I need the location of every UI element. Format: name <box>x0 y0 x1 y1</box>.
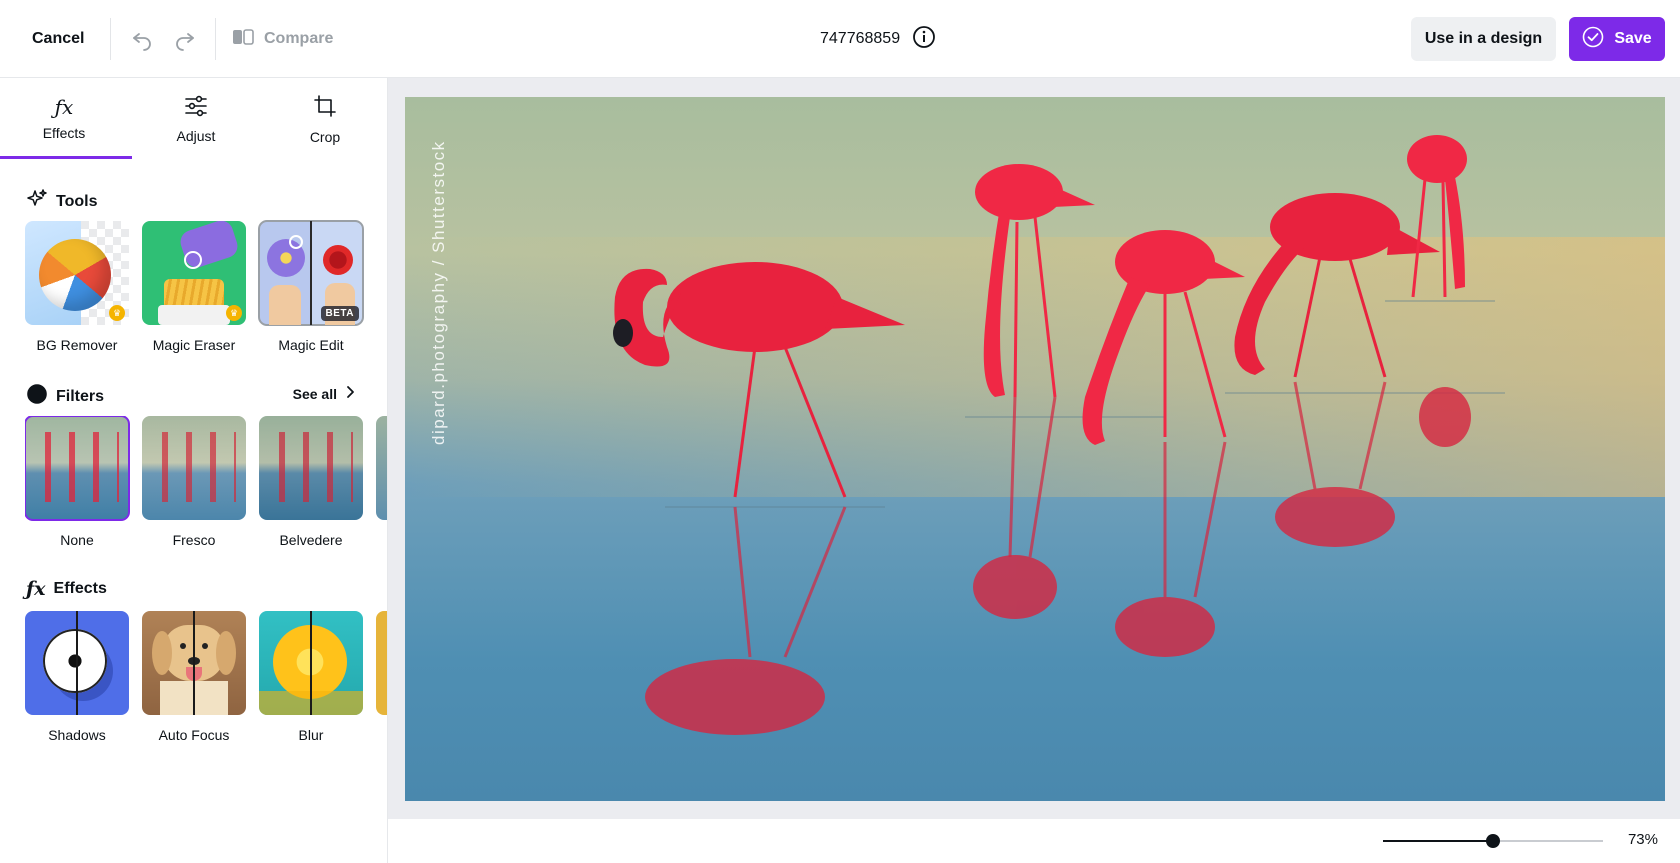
compare-label: Compare <box>264 30 334 47</box>
magic-edit-thumbnail: BETA <box>258 220 364 326</box>
sparkle-icon <box>26 188 48 215</box>
filter-belvedere[interactable]: Belvedere <box>259 416 363 548</box>
blur-thumbnail <box>259 611 363 715</box>
effect-auto-focus[interactable]: Auto Focus <box>142 611 246 743</box>
card-label: Magic Edit <box>278 337 344 353</box>
card-label: Fresco <box>172 532 216 548</box>
effects-row: Shadows Auto Focus Blur <box>25 611 387 751</box>
canvas-area <box>388 78 1680 819</box>
card-label: Blur <box>298 727 324 743</box>
divider <box>215 18 216 60</box>
effect-next-thumbnail <box>376 611 387 715</box>
compare-button[interactable]: Compare <box>232 22 333 56</box>
section-title: Effects <box>53 580 107 597</box>
chevron-right-icon <box>345 385 355 402</box>
zoom-slider[interactable] <box>1383 834 1603 848</box>
crown-icon: ♛ <box>226 305 242 321</box>
effect-shadows[interactable]: Shadows <box>25 611 129 743</box>
zoom-bar: 73% <box>388 819 1680 863</box>
tab-crop[interactable]: Crop <box>265 78 385 160</box>
use-in-design-button[interactable]: Use in a design <box>1411 17 1556 61</box>
redo-icon[interactable] <box>170 24 200 54</box>
tab-label: Crop <box>309 128 341 145</box>
effect-blur[interactable]: Blur <box>259 611 363 743</box>
tools-heading: Tools <box>26 188 97 215</box>
compare-icon <box>232 27 254 52</box>
save-label: Save <box>1614 30 1652 47</box>
image-title: 747768859 <box>820 30 901 47</box>
cancel-button[interactable]: Cancel <box>18 22 98 56</box>
tool-magic-eraser[interactable]: ♛ Magic Eraser <box>142 221 246 353</box>
crop-icon <box>313 94 337 121</box>
zoom-value[interactable]: 73% <box>1628 831 1658 848</box>
card-label: Shadows <box>48 727 106 743</box>
zoom-slider-handle[interactable] <box>1486 834 1500 848</box>
fx-icon: ƒx <box>26 578 46 600</box>
tab-effects[interactable]: ƒx Effects <box>0 78 128 160</box>
check-circle-icon <box>1582 26 1604 53</box>
tab-adjust[interactable]: Adjust <box>136 78 256 160</box>
effects-panel: ƒx Effects Adjust Crop Tools ♛ BG Remove… <box>0 78 388 863</box>
zoom-slider-fill <box>1383 840 1493 842</box>
card-label: BG Remover <box>36 337 118 353</box>
effect-next-partial[interactable] <box>376 611 387 715</box>
section-title: Filters <box>56 387 105 405</box>
filter-next-thumbnail <box>376 416 387 520</box>
panel-tabs: ƒx Effects Adjust Crop <box>0 78 387 160</box>
active-tab-indicator <box>0 156 132 159</box>
tab-label: Adjust <box>176 127 216 144</box>
shadows-thumbnail <box>25 611 129 715</box>
info-icon[interactable] <box>912 25 936 54</box>
auto-focus-thumbnail <box>142 611 246 715</box>
undo-icon[interactable] <box>127 24 157 54</box>
filter-belvedere-thumbnail <box>259 416 363 520</box>
filter-none[interactable]: None <box>25 416 130 548</box>
card-label: Magic Eraser <box>152 337 236 353</box>
tab-label: Effects <box>42 125 86 141</box>
beta-badge: BETA <box>320 306 359 321</box>
filter-next-partial[interactable] <box>376 416 387 520</box>
divider <box>110 18 111 60</box>
save-button[interactable]: Save <box>1569 17 1665 61</box>
effects-heading: ƒx Effects <box>26 578 107 600</box>
crown-icon: ♛ <box>109 305 125 321</box>
section-title: Tools <box>56 192 98 210</box>
title-group: 747768859 <box>820 24 936 54</box>
card-label: Auto Focus <box>158 727 230 743</box>
filters-row: None Fresco Belvedere <box>25 416 387 556</box>
sliders-icon <box>184 95 208 120</box>
card-label: None <box>60 532 94 548</box>
bg-remover-thumbnail: ♛ <box>25 221 129 325</box>
filters-heading: Filters <box>26 383 104 410</box>
card-label: Belvedere <box>279 532 343 548</box>
filter-none-thumbnail <box>25 416 130 521</box>
see-all-filters-link[interactable]: See all <box>293 385 355 402</box>
fx-icon: ƒx <box>54 95 74 119</box>
filter-fresco-thumbnail <box>142 416 246 520</box>
top-bar: Cancel Compare 747768859 Use in a design… <box>0 0 1680 78</box>
magic-eraser-thumbnail: ♛ <box>142 221 246 325</box>
tool-magic-edit[interactable]: BETA Magic Edit <box>258 220 364 353</box>
see-all-label: See all <box>292 385 337 402</box>
photo-credit: dipard.photography / Shutterstock <box>429 140 448 445</box>
tool-bg-remover[interactable]: ♛ BG Remover <box>25 221 129 353</box>
filters-icon <box>26 383 48 410</box>
flamingo-photo[interactable] <box>405 97 1665 801</box>
filter-fresco[interactable]: Fresco <box>142 416 246 548</box>
